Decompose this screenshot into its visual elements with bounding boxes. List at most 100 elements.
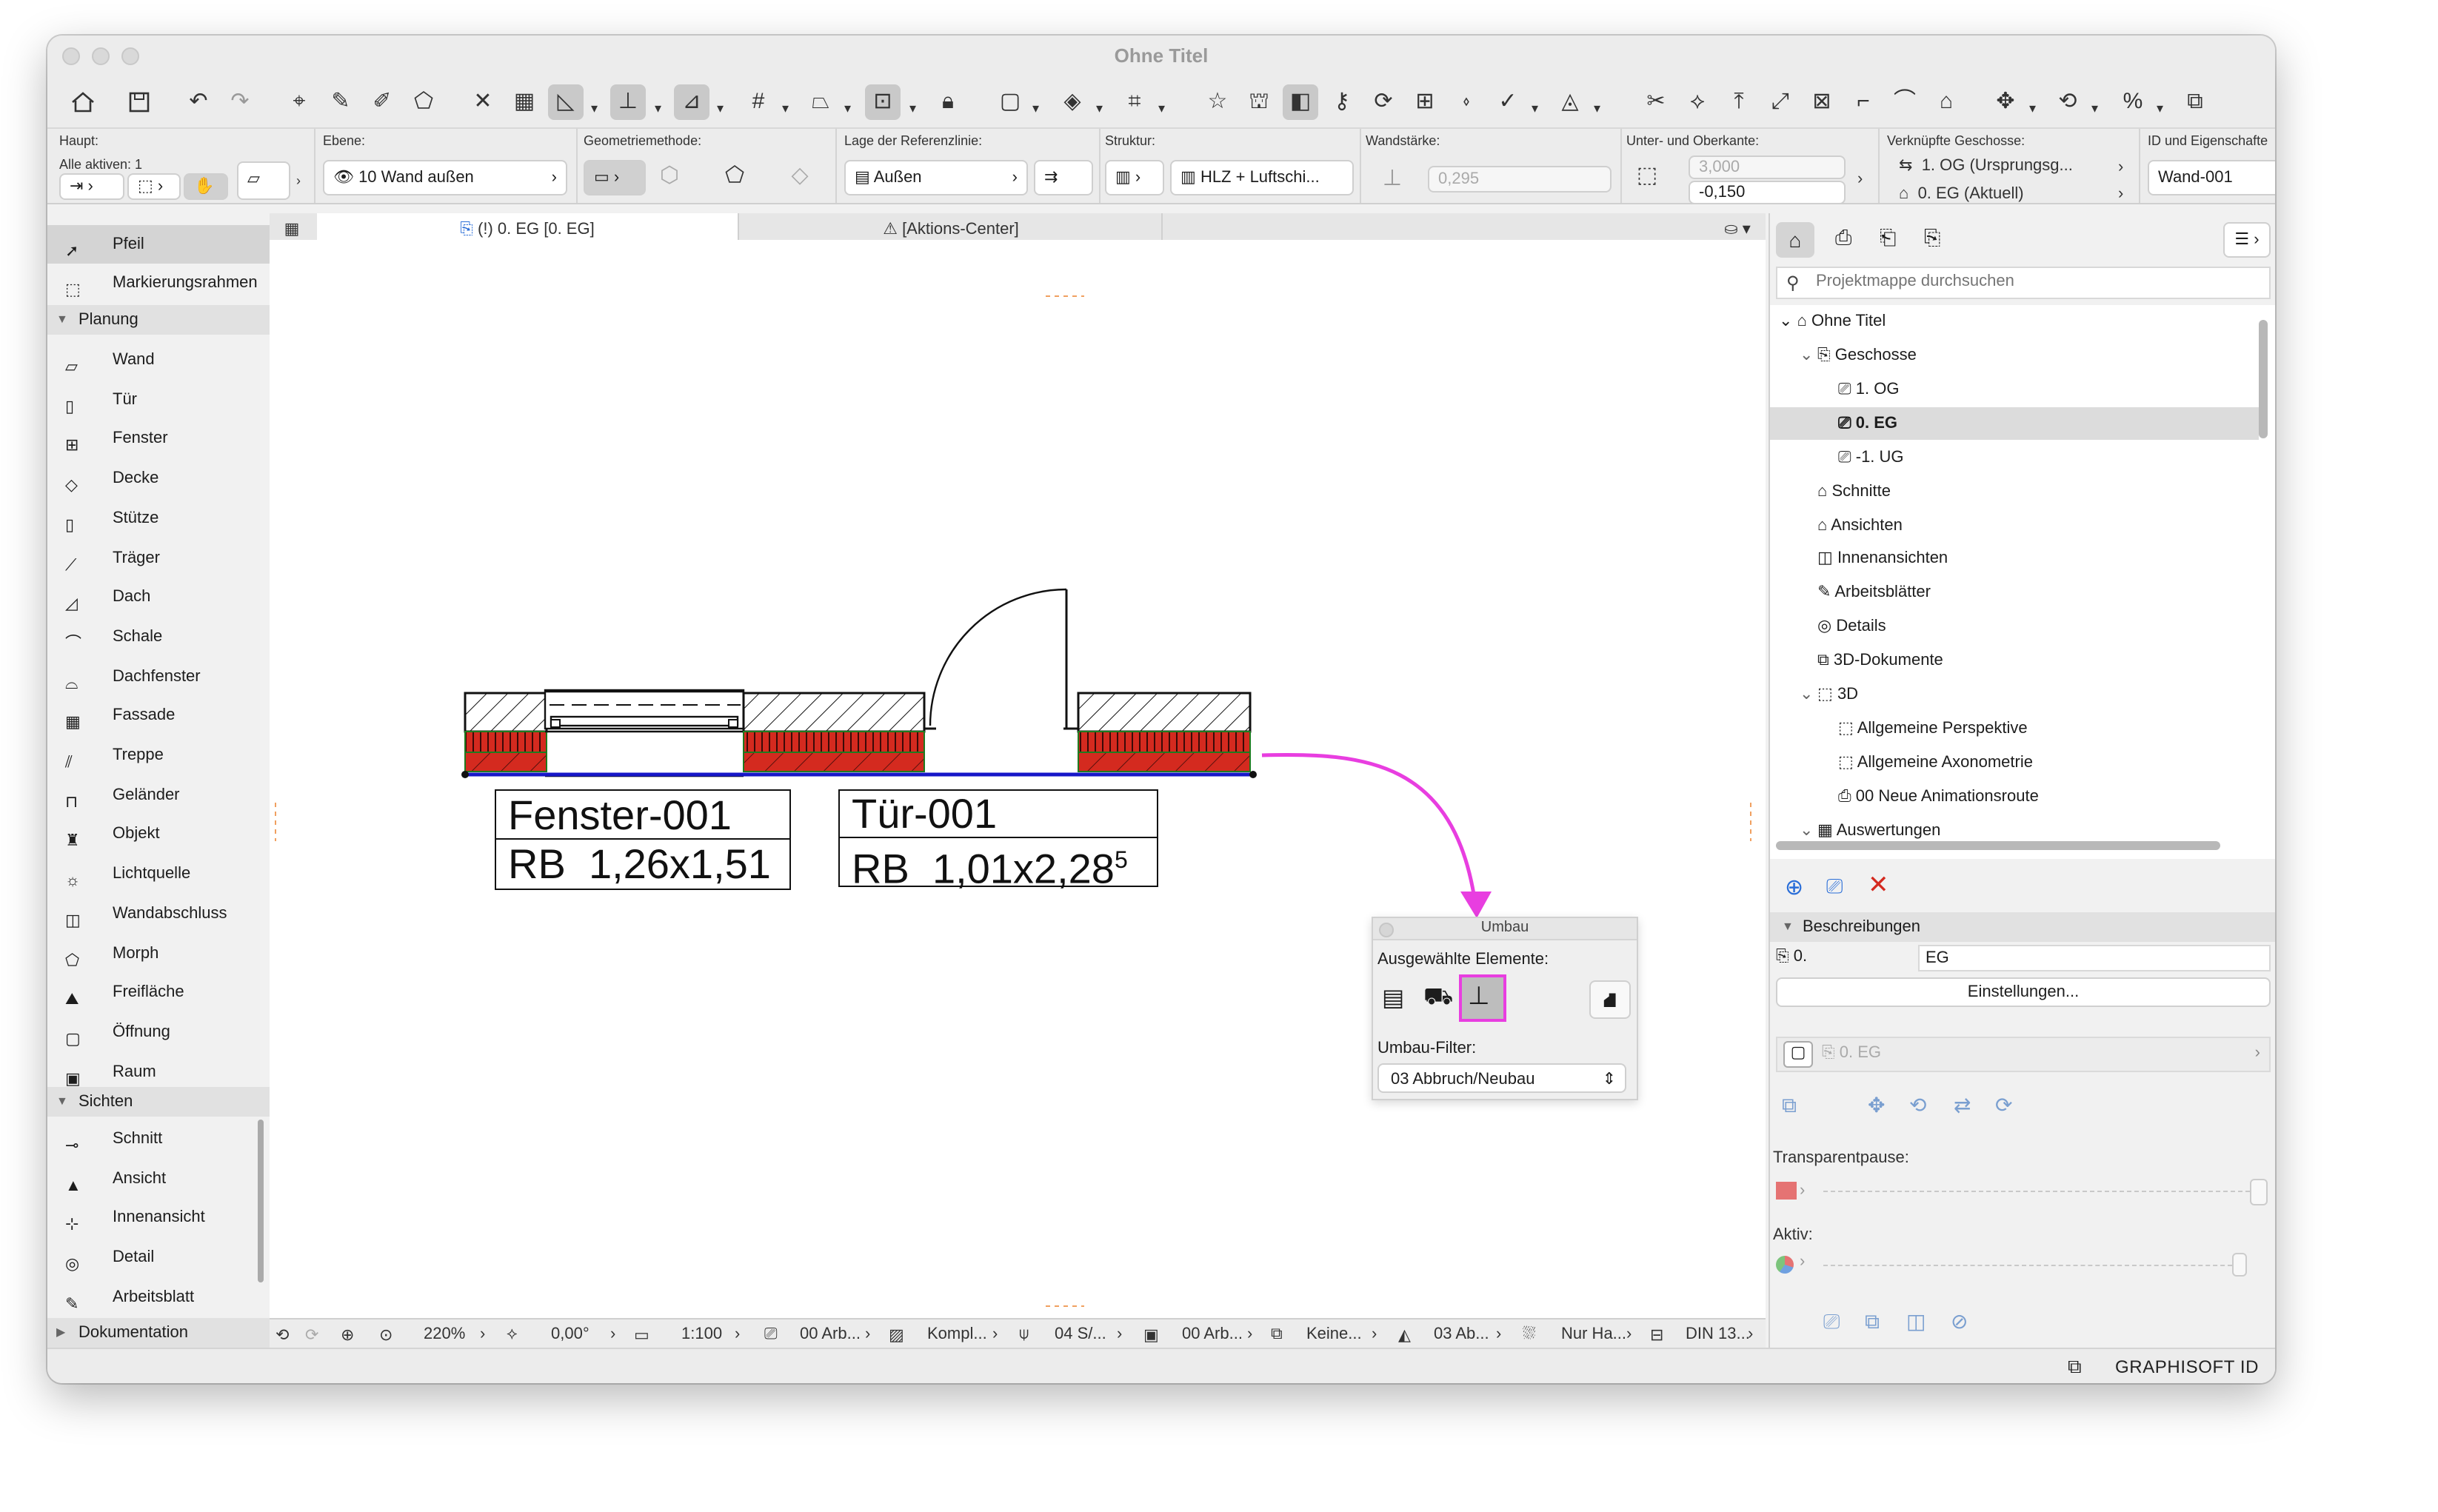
trace-icon[interactable]: ⌗ (1117, 84, 1152, 120)
door-opening[interactable] (924, 588, 1078, 730)
chevron-down-icon[interactable]: ▾ (717, 101, 724, 117)
settings-button[interactable]: Einstellungen... (1776, 977, 2271, 1007)
layer-combo-value[interactable]: 00 Arb... (800, 1325, 861, 1343)
renovation-icon[interactable]: ⟳ (1366, 84, 1401, 120)
zoom-in-icon[interactable]: ⊕ (341, 1325, 354, 1345)
tool-dachfenster[interactable]: ⌓ Dachfenster (47, 657, 270, 695)
chevron-right-icon[interactable]: › (1800, 1182, 1805, 1200)
sichten-header[interactable]: ▼ Sichten (47, 1087, 270, 1117)
chevron-right-icon[interactable]: › (2118, 185, 2123, 203)
zoom-forward-icon[interactable]: ⟳ (305, 1325, 318, 1345)
structure-display-value[interactable]: Nur Ha... (1561, 1325, 1626, 1343)
suspend-groups-icon[interactable]: ⊡ (865, 84, 901, 120)
resize-icon[interactable]: ⤢ (1763, 84, 1798, 120)
navigator-search-input[interactable] (1813, 271, 2263, 292)
zoom-back-icon[interactable]: ⟲ (275, 1325, 289, 1345)
tree-item[interactable]: ⎚ -1. UG (1770, 441, 2259, 473)
flip-reference-button[interactable]: ⇉ (1034, 160, 1093, 195)
chevron-right-icon[interactable]: › (865, 1325, 870, 1343)
tool-tür[interactable]: ▯ Tür (47, 380, 270, 418)
chevron-right-icon[interactable]: › (1800, 1253, 1805, 1271)
snap-points-icon[interactable]: ⊿ (674, 84, 709, 120)
split-compare-icon[interactable]: ◫ (1906, 1309, 1926, 1334)
dokumentation-header[interactable]: ▶ Dokumentation (47, 1318, 270, 1348)
linked-bottom-story[interactable]: ⌂ 0. EG (Aktuell) (1899, 185, 2024, 203)
corner-icon[interactable]: ⌐ (1846, 84, 1881, 120)
tool-träger[interactable]: ⟋ Träger (47, 538, 270, 577)
beschreibungen-header[interactable]: ▼ Beschreibungen (1770, 912, 2275, 942)
chevron-right-icon[interactable]: › (610, 1325, 615, 1343)
wall-endpoint[interactable] (461, 771, 469, 778)
door-label-tag[interactable]: Tür-001 RB 1,01x2,285 (838, 789, 1158, 892)
navigator-search[interactable]: ⚲ (1776, 267, 2271, 299)
new-status-button[interactable]: ⊥ (1459, 974, 1506, 1022)
chevron-down-icon[interactable]: ▾ (2029, 101, 2036, 117)
fit-window-icon[interactable]: ⊙ (379, 1325, 393, 1345)
active-slider-thumb[interactable] (2232, 1253, 2247, 1277)
tree-item[interactable]: ⎚ 1. OG (1770, 373, 2259, 406)
compare-icon[interactable]: ⎚ (1823, 1309, 1840, 1334)
geometry-slanted-icon[interactable]: ◇ (782, 158, 818, 194)
tool-wand[interactable]: ▱ Wand (47, 341, 270, 379)
reference-line-select[interactable]: ▤ Außen › (844, 160, 1028, 195)
grid-snap-icon[interactable]: # (741, 84, 776, 120)
tag-icon[interactable]: ⬫ (1449, 84, 1484, 120)
pen-set-value[interactable]: 04 S/... (1055, 1325, 1106, 1343)
tool-stütze[interactable]: ▯ Stütze (47, 499, 270, 538)
chevron-right-icon[interactable]: › (992, 1325, 998, 1343)
layer-select[interactable]: 👁︎ 10 Wand außen › (323, 160, 567, 195)
chevron-right-icon[interactable]: › (296, 173, 301, 188)
geometry-polygon-icon[interactable]: ⬠ (717, 158, 752, 194)
tool-lichtquelle[interactable]: ☼ Lichtquelle (47, 854, 270, 893)
zoom-value[interactable]: 220% (424, 1325, 465, 1343)
tool-decke[interactable]: ◇ Decke (47, 459, 270, 498)
existing-status-icon[interactable]: ▤ (1382, 983, 1404, 1013)
renovation-settings-icon[interactable]: ⛘ (1589, 980, 1631, 1019)
duplicate-icon[interactable]: ⧉ (2177, 84, 2213, 120)
chevron-down-icon[interactable]: ⌄ (1800, 339, 1817, 372)
favorites-icon[interactable]: ☆ (1200, 84, 1235, 120)
override-value[interactable]: Keine... (1306, 1325, 1362, 1343)
view-map-icon[interactable]: ⎙ (1835, 225, 1851, 250)
chevron-down-icon[interactable]: ⌄ (1800, 678, 1817, 711)
active-slider[interactable] (1823, 1265, 2232, 1268)
tool-innenansicht[interactable]: ⊹ Innenansicht (47, 1199, 270, 1237)
tree-item[interactable]: ⌄ ⬚ 3D (1770, 678, 2259, 711)
renovation-value[interactable]: 03 Ab... (1434, 1325, 1489, 1343)
chevron-right-icon[interactable]: › (1857, 170, 1863, 188)
graphisoft-id-brand[interactable]: GRAPHISOFT ID (2115, 1357, 2259, 1377)
chevron-down-icon[interactable]: ▾ (909, 101, 916, 117)
elevate-icon[interactable]: ⤒ (1721, 84, 1757, 120)
navigator-menu-button[interactable]: ☰ › (2223, 222, 2271, 258)
chevron-down-icon[interactable]: ▾ (655, 101, 661, 117)
wall-type-icon[interactable]: ▱ (237, 161, 290, 200)
percent-icon[interactable]: % (2115, 84, 2151, 120)
chevron-down-icon[interactable]: ▾ (1158, 101, 1165, 117)
bottom-height-input[interactable]: -0,150 (1689, 181, 1846, 204)
diff-icon[interactable]: ⊘ (1951, 1309, 1968, 1334)
tree-item[interactable]: ◫ Innenansichten (1770, 543, 2259, 575)
angle-value[interactable]: 0,00° (551, 1325, 590, 1343)
tool-arbeitsblatt[interactable]: ✎ Arbeitsblatt (47, 1278, 270, 1317)
coordinates-icon[interactable]: ▦ (507, 84, 542, 120)
demolish-status-icon[interactable]: ⛟ (1423, 983, 1453, 1013)
transparency-slider-thumb[interactable] (2250, 1179, 2268, 1205)
roof-icon[interactable]: ⌂ (1928, 84, 1964, 120)
thickness-input[interactable]: 0,295 (1428, 166, 1612, 193)
chevron-right-icon[interactable]: › (1748, 1325, 1753, 1343)
reset-tracing-icon[interactable]: ⟳ (1995, 1093, 2012, 1118)
redo-icon[interactable]: ↷ (222, 84, 258, 120)
structure-type-button[interactable]: ▥ › (1105, 160, 1164, 195)
check-icon[interactable]: ✓ (1490, 84, 1526, 120)
tool-fassade[interactable]: ▦ Fassade (47, 697, 270, 735)
tool-fenster[interactable]: ⊞ Fenster (47, 420, 270, 458)
chevron-down-icon[interactable]: ▾ (591, 101, 598, 117)
chevron-down-icon[interactable]: ▾ (782, 101, 789, 117)
wall-endpoint[interactable] (1249, 771, 1257, 778)
snap-guide-icon[interactable]: ✕ (465, 84, 501, 120)
chevron-down-icon[interactable]: ▾ (844, 101, 851, 117)
delete-icon[interactable]: ✕ (1868, 871, 1889, 900)
tree-item[interactable]: ◎ Details (1770, 610, 2259, 643)
tree-horizontal-scrollbar[interactable] (1776, 841, 2220, 850)
marquee-mode-icon[interactable]: ⬚ › (127, 173, 181, 200)
